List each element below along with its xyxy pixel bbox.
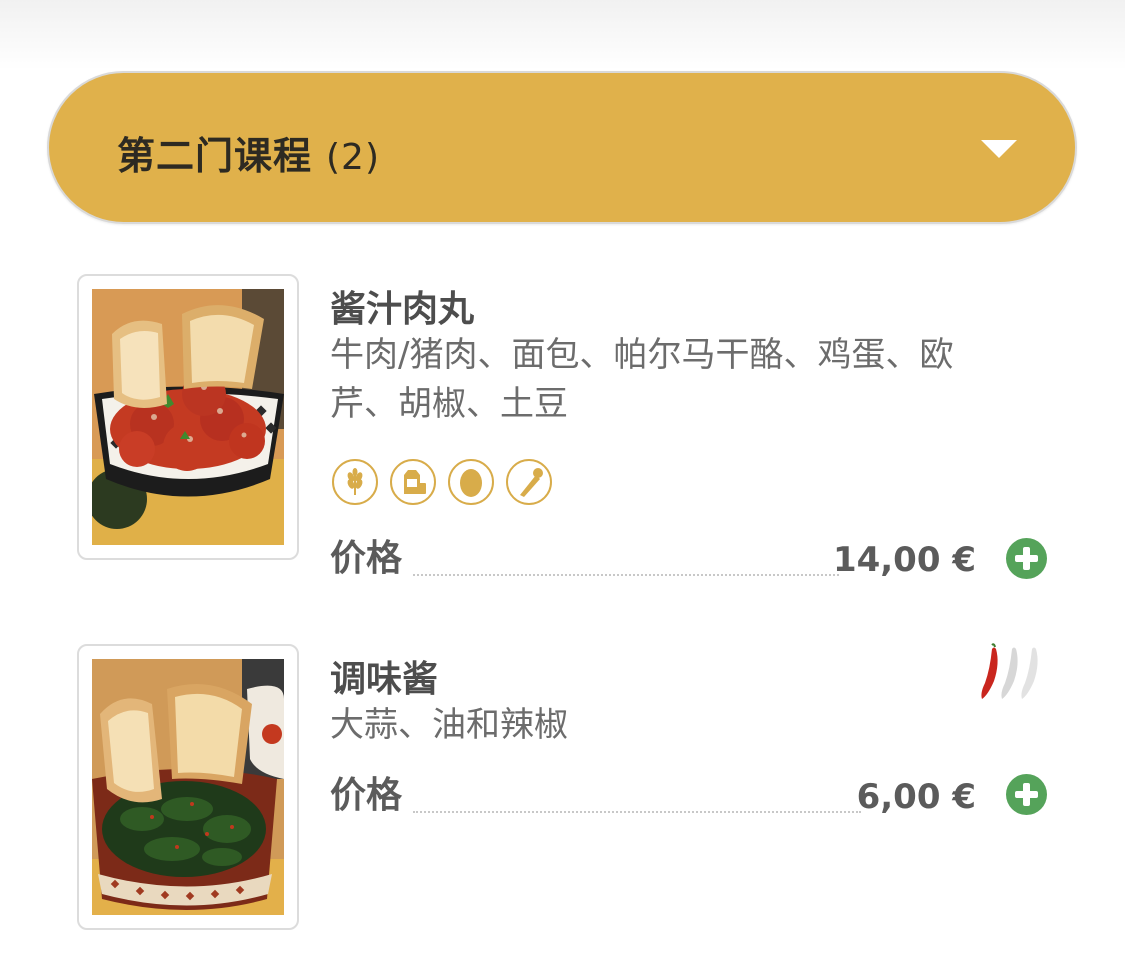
chili-pepper-icon-active (981, 647, 998, 699)
add-to-order-button[interactable] (1006, 538, 1047, 579)
price-label: 价格 (330, 538, 403, 579)
item-image-meatballs[interactable] (77, 274, 299, 560)
chevron-down-icon[interactable] (981, 140, 1017, 158)
spice-level-indicator (978, 643, 1044, 705)
section-header-second-course[interactable]: 第二门课程 (2) (47, 71, 1077, 224)
price-leader-dots (413, 811, 861, 813)
egg-icon (448, 459, 494, 505)
wheat-gluten-icon (332, 459, 378, 505)
price-leader-dots (413, 574, 839, 576)
add-to-order-button[interactable] (1006, 774, 1047, 815)
milk-dairy-icon (390, 459, 436, 505)
chili-pepper-icon-inactive (1021, 647, 1038, 699)
item-description: 牛肉/猪肉、面包、帕尔马干酪、鸡蛋、欧芹、胡椒、土豆 (330, 335, 954, 424)
section-item-count: (2) (326, 137, 381, 178)
section-title-text: 第二门课程 (117, 134, 313, 178)
item-price: 6,00 € (856, 777, 976, 817)
meatballs-photo-icon (92, 289, 284, 545)
item-name: 调味酱 (330, 659, 439, 700)
chili-pepper-icon-inactive (1001, 647, 1018, 699)
price-label: 价格 (330, 775, 403, 816)
item-name: 酱汁肉丸 (330, 289, 475, 330)
item-description: 大蒜、油和辣椒 (330, 705, 568, 745)
item-price: 14,00 € (832, 540, 976, 580)
allergen-list (332, 459, 552, 505)
section-title: 第二门课程 (2) (117, 125, 380, 180)
greens-with-bread-photo-icon (92, 659, 284, 915)
item-image-greens[interactable] (77, 644, 299, 930)
celery-icon (506, 459, 552, 505)
